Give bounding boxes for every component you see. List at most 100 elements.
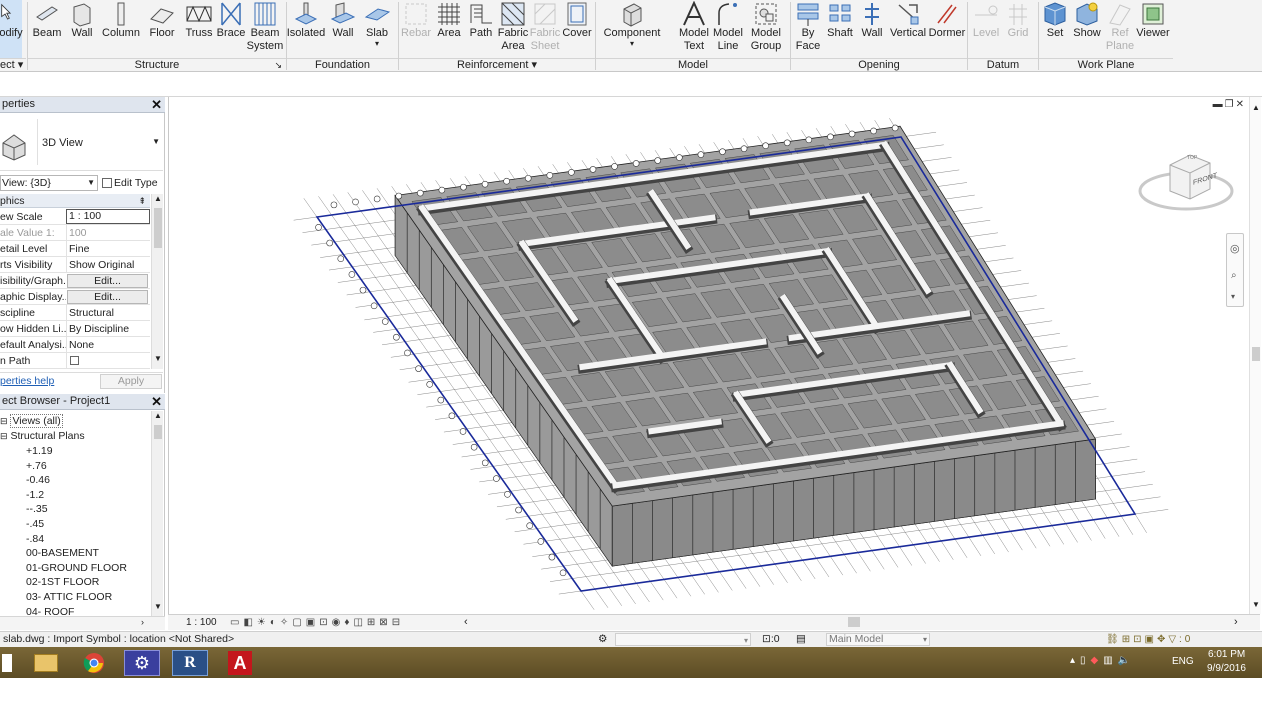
- nav-dropdown-icon[interactable]: ▾: [1231, 292, 1235, 301]
- graphic-display-edit-button[interactable]: Edit...: [67, 290, 148, 304]
- acrobat-icon[interactable]: ◆: [1091, 655, 1104, 666]
- structural-plan-item[interactable]: -1.2: [26, 488, 44, 502]
- tray-expand-icon[interactable]: ▴: [1070, 655, 1080, 666]
- structural-plan-item[interactable]: -.84: [26, 532, 44, 546]
- model-text-button[interactable]: Model Text: [677, 0, 711, 58]
- select-pinned-icon[interactable]: ⊡: [1133, 634, 1144, 645]
- path-button[interactable]: Path: [466, 0, 496, 58]
- zoom-icon[interactable]: ⌕: [1231, 270, 1237, 281]
- design-option-selector[interactable]: Main Model ▾: [826, 633, 930, 646]
- viewcube[interactable]: FRONT TOP: [1134, 149, 1234, 221]
- select-panel-label[interactable]: ect ▾: [0, 58, 26, 72]
- reinforcement-panel-label[interactable]: Reinforcement ▾: [399, 58, 595, 72]
- area-button[interactable]: Area: [434, 0, 464, 58]
- hscroll-thumb[interactable]: [848, 617, 860, 627]
- analytical-icon[interactable]: ⊞: [367, 617, 379, 628]
- apply-button[interactable]: Apply: [100, 374, 162, 389]
- viewer-button[interactable]: Viewer: [1136, 0, 1170, 58]
- wall-button[interactable]: Wall: [67, 0, 97, 58]
- discipline-value[interactable]: Structural: [66, 305, 150, 320]
- close-icon[interactable]: ✕: [151, 97, 162, 112]
- constraints-icon[interactable]: ⊟: [392, 617, 404, 628]
- edit-type-button[interactable]: Edit Type: [102, 175, 162, 191]
- vertical-button[interactable]: Vertical: [888, 0, 928, 58]
- browser-scrollbar[interactable]: ▲ ▼: [151, 411, 163, 616]
- view-instance-selector[interactable]: View: {3D} ▼: [0, 175, 98, 191]
- detail-level-icon[interactable]: ▭: [230, 617, 243, 628]
- properties-help-link[interactable]: perties help: [0, 375, 54, 387]
- scroll-up-icon[interactable]: ▲: [1252, 103, 1260, 112]
- scroll-down-icon[interactable]: ▼: [1252, 600, 1260, 609]
- select-face-icon[interactable]: ▣: [1144, 634, 1156, 645]
- structural-plans-node[interactable]: ⊟ Structural Plans: [0, 429, 85, 443]
- structural-plan-item[interactable]: -0.46: [26, 473, 50, 487]
- structural-plan-item[interactable]: +.76: [26, 459, 47, 473]
- temp-view-icon[interactable]: ◫: [353, 617, 366, 628]
- model-line-button[interactable]: Model Line: [711, 0, 745, 58]
- modify-button[interactable]: odify: [0, 0, 23, 58]
- set-button[interactable]: Set: [1040, 0, 1070, 58]
- scroll-up-icon[interactable]: ▲: [154, 194, 162, 203]
- design-options-icon[interactable]: ▤: [796, 632, 806, 647]
- wall-opening-button[interactable]: Wall: [858, 0, 886, 58]
- by-face-button[interactable]: By Face: [792, 0, 824, 58]
- scroll-right-icon[interactable]: ›: [141, 617, 144, 627]
- level-button[interactable]: Level: [971, 0, 1001, 58]
- graphics-group-header[interactable]: phics ⇞: [0, 194, 150, 208]
- crop-icon[interactable]: ▢: [292, 617, 305, 628]
- scroll-up-icon[interactable]: ▲: [154, 411, 162, 420]
- component-button[interactable]: Component ▾: [600, 0, 664, 58]
- network-icon[interactable]: ▥: [1103, 655, 1117, 666]
- beam-system-button[interactable]: Beam System: [247, 0, 283, 58]
- start-button[interactable]: [0, 650, 14, 676]
- vg-edit-button[interactable]: Edit...: [67, 274, 148, 288]
- truss-button[interactable]: Truss: [184, 0, 214, 58]
- device-icon[interactable]: ▯: [1080, 655, 1091, 666]
- structural-plan-item[interactable]: 03- ATTIC FLOOR: [26, 590, 112, 604]
- select-underlay-icon[interactable]: ⊞: [1122, 634, 1133, 645]
- slab-foundation-button[interactable]: Slab ▾: [362, 0, 392, 58]
- structural-3d-model[interactable]: [169, 97, 1261, 614]
- type-selector[interactable]: 3D View ▼: [0, 115, 163, 171]
- fabric-area-button[interactable]: Fabric Area: [497, 0, 529, 58]
- grid-button[interactable]: Grid: [1003, 0, 1033, 58]
- dormer-button[interactable]: Dormer: [928, 0, 966, 58]
- select-links-icon[interactable]: ⛓: [1106, 634, 1122, 645]
- cover-button[interactable]: Cover: [561, 0, 593, 58]
- visual-style-icon[interactable]: ◧: [243, 617, 256, 628]
- view-scale-label[interactable]: 1 : 100: [186, 617, 217, 628]
- autocad-app-icon[interactable]: A: [222, 650, 258, 676]
- hide-isolate-icon[interactable]: ◉: [332, 617, 345, 628]
- viewport-vscroll[interactable]: ▲ ▼: [1249, 97, 1261, 614]
- ref-plane-button[interactable]: Ref Plane: [1104, 0, 1136, 58]
- parts-visibility-value[interactable]: Show Original: [66, 257, 150, 272]
- sun-path-checkbox[interactable]: [70, 356, 79, 365]
- sun-path-icon[interactable]: ☀: [257, 617, 270, 628]
- views-root[interactable]: ⊟ Views (all): [0, 414, 63, 428]
- browser-hscroll[interactable]: ›: [0, 616, 165, 630]
- render-icon[interactable]: ✧: [280, 617, 292, 628]
- close-icon[interactable]: ✕: [151, 394, 162, 409]
- model-group-button[interactable]: Model Group: [748, 0, 784, 58]
- view-scale-input[interactable]: 1 : 100: [66, 209, 150, 224]
- floor-button[interactable]: Floor: [146, 0, 178, 58]
- scroll-thumb[interactable]: [154, 425, 162, 439]
- filter-icon[interactable]: ▽: [1168, 634, 1179, 645]
- structural-plan-item[interactable]: 00-BASEMENT: [26, 546, 99, 560]
- drawing-area[interactable]: ▬❐✕ FRONT TOP ◎ ⌕ ▾ ▲ ▼: [168, 97, 1261, 614]
- shadows-icon[interactable]: ◐: [270, 617, 280, 628]
- wall-foundation-button[interactable]: Wall: [328, 0, 358, 58]
- scroll-thumb[interactable]: [1252, 347, 1260, 361]
- lock-icon[interactable]: ⊡: [319, 617, 331, 628]
- highlight-icon[interactable]: ⊠: [379, 617, 391, 628]
- structural-plan-item[interactable]: 01-GROUND FLOOR: [26, 561, 127, 575]
- beam-button[interactable]: Beam: [31, 0, 63, 58]
- structural-plan-item[interactable]: +1.19: [26, 444, 53, 458]
- shaft-button[interactable]: Shaft: [824, 0, 856, 58]
- scroll-right-icon[interactable]: ›: [1234, 616, 1238, 628]
- slab-dropdown-icon[interactable]: ▾: [375, 40, 379, 48]
- language-indicator[interactable]: ENG: [1172, 656, 1194, 667]
- brace-button[interactable]: Brace: [216, 0, 246, 58]
- clock-time[interactable]: 6:01 PM: [1208, 649, 1245, 660]
- steering-wheel-icon[interactable]: ◎: [1230, 242, 1240, 255]
